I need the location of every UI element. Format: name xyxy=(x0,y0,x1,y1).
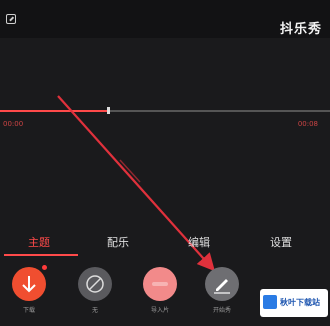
watermark: 秋叶下载站 xyxy=(260,289,328,317)
watermark-logo-icon xyxy=(263,295,277,309)
download-label: 下载 xyxy=(22,307,35,314)
tab-music[interactable]: 配乐 xyxy=(107,234,129,250)
start-show-label: 开始秀 xyxy=(212,307,231,314)
annotation-arrow-shadow xyxy=(119,159,141,183)
import-label: 导入片 xyxy=(150,307,169,314)
import-button[interactable] xyxy=(143,267,177,301)
none-label: 无 xyxy=(91,307,98,314)
ellipsis-icon xyxy=(152,282,168,286)
notification-dot xyxy=(42,265,47,270)
watermark-text: 秋叶下载站 xyxy=(280,298,320,307)
tab-theme[interactable]: 主题 xyxy=(28,234,50,250)
tab-settings[interactable]: 设置 xyxy=(270,234,292,250)
bottom-tabs: 主题 配乐 编辑 设置 xyxy=(0,234,330,256)
download-button[interactable] xyxy=(12,267,46,301)
edit-icon xyxy=(214,279,230,294)
tab-edit[interactable]: 编辑 xyxy=(188,234,210,250)
start-show-button[interactable] xyxy=(205,267,239,301)
active-tab-indicator xyxy=(4,254,78,256)
no-symbol-icon xyxy=(86,275,104,293)
none-button[interactable] xyxy=(78,267,112,301)
download-arrow-icon xyxy=(22,276,36,293)
